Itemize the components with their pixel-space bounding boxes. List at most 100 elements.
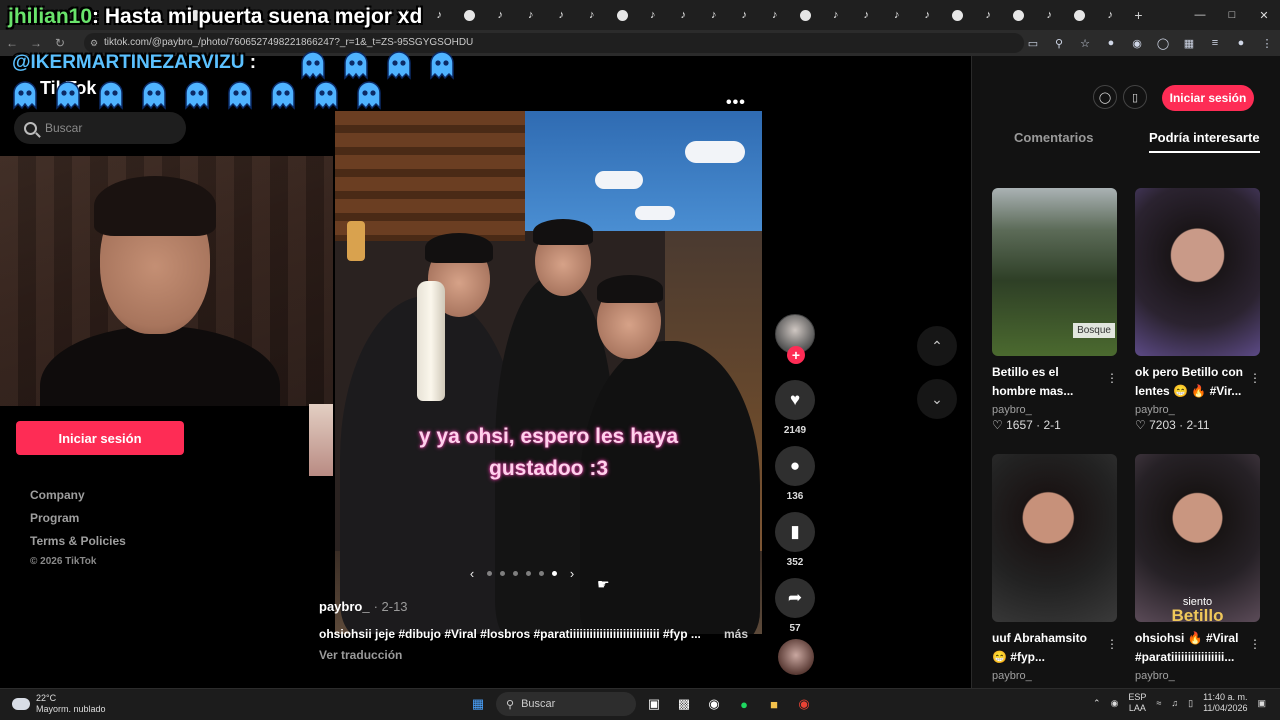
card-thumbnail[interactable] [992, 454, 1117, 622]
extension-icon-1[interactable]: ● [1098, 37, 1124, 49]
battery-icon[interactable]: ▯ [1188, 698, 1193, 709]
chrome-tab-icon[interactable] [455, 0, 486, 30]
windows-start-icon[interactable]: ▦ [466, 692, 490, 716]
slide-dot[interactable] [539, 571, 544, 576]
card-thumbnail[interactable]: Bosque [992, 188, 1117, 356]
clock[interactable]: 11:40 a. m. 11/04/2026 [1203, 692, 1247, 714]
music-avatar[interactable] [778, 639, 814, 675]
recommended-card[interactable]: ⋮ ok pero Betillo con lentes 😁 🔥 #Vir...… [1135, 188, 1261, 432]
widgets-icon[interactable]: ▩ [672, 692, 696, 716]
reload-icon[interactable]: ↻ [48, 36, 72, 50]
install-icon[interactable]: ▭ [1020, 37, 1046, 50]
tiktok-tab-icon[interactable] [1095, 0, 1126, 30]
slide-dot[interactable] [500, 571, 505, 576]
tiktok-tab-icon[interactable] [638, 0, 669, 30]
search-input[interactable] [45, 121, 175, 135]
tab-recommended[interactable]: Podría interesarte [1149, 130, 1260, 153]
device-icon[interactable]: ▯ [1123, 85, 1147, 109]
card-more-icon[interactable]: ⋮ [1249, 371, 1261, 385]
bookmark-star-icon[interactable]: ☆ [1072, 37, 1098, 50]
more-options-icon[interactable]: ••• [726, 94, 746, 112]
tiktok-tab-icon[interactable] [546, 0, 577, 30]
chrome-tab-icon[interactable] [790, 0, 821, 30]
recommended-card[interactable]: siento Betillo ⋮ ohsiohsi 🔥 #Viral #para… [1135, 454, 1261, 682]
footer-link-terms[interactable]: Terms & Policies [30, 534, 126, 548]
notification-icon[interactable]: ▣ [1257, 698, 1266, 709]
tiktok-tab-icon[interactable] [729, 0, 760, 30]
chrome-icon[interactable]: ◉ [792, 692, 816, 716]
author-avatar[interactable]: + [775, 314, 815, 364]
slide-dot[interactable] [513, 571, 518, 576]
share-button[interactable]: ➦ [775, 578, 815, 618]
tiktok-tab-icon[interactable] [821, 0, 852, 30]
search-box[interactable] [14, 112, 186, 144]
task-view-icon[interactable]: ▣ [642, 692, 666, 716]
coins-icon[interactable]: ◯ [1093, 85, 1117, 109]
url-field[interactable]: ⚙ tiktok.com/@paybro_/photo/760652749822… [84, 33, 1024, 53]
slide-dot[interactable] [526, 571, 531, 576]
maximize-icon[interactable]: □ [1216, 0, 1248, 30]
extension-icon-2[interactable]: ◉ [1124, 37, 1150, 50]
card-thumbnail[interactable] [1135, 188, 1260, 356]
volume-icon[interactable]: ♫ [1171, 698, 1178, 708]
steam-icon[interactable]: ◉ [702, 692, 726, 716]
comment-button[interactable]: ● [775, 446, 815, 486]
post-username[interactable]: paybro_ [319, 599, 370, 614]
chrome-tab-icon[interactable] [1004, 0, 1035, 30]
back-icon[interactable]: ← [0, 36, 24, 50]
file-explorer-icon[interactable]: ■ [762, 692, 786, 716]
tiktok-tab-icon[interactable] [1034, 0, 1065, 30]
extension-icon-3[interactable]: ◯ [1150, 37, 1176, 50]
tiktok-tab-icon[interactable] [851, 0, 882, 30]
post-photo[interactable]: y ya ohsi, espero les haya gustadoo :3 ‹… [335, 111, 762, 634]
save-button[interactable]: ▮ [775, 512, 815, 552]
tiktok-tab-icon[interactable] [577, 0, 608, 30]
like-button[interactable]: ♥ [775, 380, 815, 420]
tiktok-tab-icon[interactable] [912, 0, 943, 30]
tiktok-tab-icon[interactable] [760, 0, 791, 30]
zoom-icon[interactable]: ⚲ [1046, 37, 1072, 50]
tiktok-tab-icon[interactable] [424, 0, 455, 30]
slide-dot[interactable] [487, 571, 492, 576]
media-icon[interactable]: ≡ [1202, 37, 1228, 49]
translate-link[interactable]: Ver traducción [319, 648, 402, 662]
next-slide-icon[interactable]: › [565, 566, 579, 581]
previous-post-button[interactable]: ⌃ [917, 326, 957, 366]
login-button-sidebar[interactable]: Iniciar sesión [16, 421, 184, 455]
post-author[interactable]: paybro_ · 2-13 [319, 599, 408, 614]
weather-widget[interactable]: 22°C Mayorm. nublado [12, 693, 106, 715]
chrome-tab-icon[interactable] [607, 0, 638, 30]
extensions-puzzle-icon[interactable]: ▦ [1176, 37, 1202, 50]
footer-link-company[interactable]: Company [30, 488, 126, 502]
tiktok-tab-icon[interactable] [882, 0, 913, 30]
login-button-header[interactable]: Iniciar sesión [1162, 85, 1254, 111]
minimize-icon[interactable]: — [1184, 0, 1216, 30]
forward-icon[interactable]: → [24, 36, 48, 50]
tray-app-icon[interactable]: ◉ [1111, 698, 1119, 709]
caption-more-link[interactable]: más [724, 627, 748, 641]
taskbar-search[interactable]: ⚲ Buscar [496, 692, 636, 716]
new-tab-button[interactable]: + [1126, 7, 1152, 23]
chrome-tab-icon[interactable] [1065, 0, 1096, 30]
recommended-card[interactable]: Bosque ⋮ Betillo es el hombre mas... pay… [992, 188, 1118, 432]
tiktok-tab-icon[interactable] [516, 0, 547, 30]
card-thumbnail[interactable]: siento Betillo [1135, 454, 1260, 622]
tiktok-tab-icon[interactable] [973, 0, 1004, 30]
follow-plus-icon[interactable]: + [787, 346, 805, 364]
tiktok-tab-icon[interactable] [699, 0, 730, 30]
recommended-card[interactable]: ⋮ uuf Abrahamsito 😁 #fyp... paybro_ [992, 454, 1118, 682]
tray-overflow-icon[interactable]: ⌃ [1093, 698, 1101, 709]
card-more-icon[interactable]: ⋮ [1106, 371, 1118, 385]
profile-avatar[interactable]: ● [1228, 37, 1254, 49]
menu-kebab-icon[interactable]: ⋮ [1254, 37, 1280, 50]
language-indicator[interactable]: ESP LAA [1128, 692, 1146, 714]
site-info-icon[interactable]: ⚙ [90, 33, 98, 53]
chrome-tab-icon[interactable] [943, 0, 974, 30]
next-post-button[interactable]: ⌄ [917, 379, 957, 419]
tiktok-tab-icon[interactable] [485, 0, 516, 30]
tiktok-tab-icon[interactable] [668, 0, 699, 30]
wifi-icon[interactable]: ≈ [1156, 698, 1161, 708]
previous-slide-peek[interactable] [309, 404, 333, 476]
slide-dot[interactable] [552, 571, 557, 576]
prev-slide-icon[interactable]: ‹ [465, 566, 479, 581]
